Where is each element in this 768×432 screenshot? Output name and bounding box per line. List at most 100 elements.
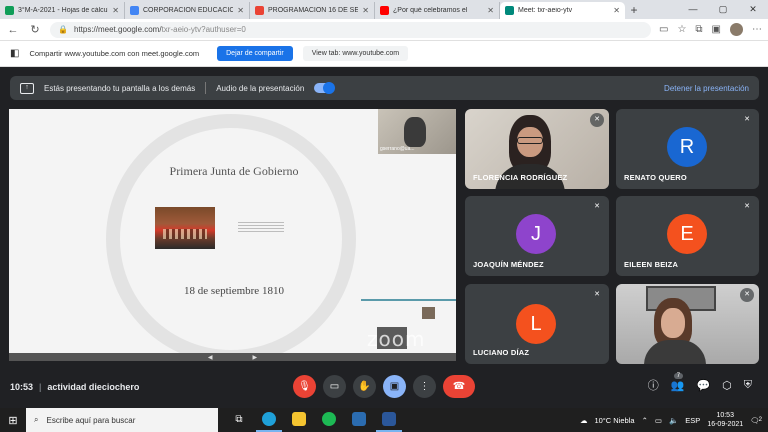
url-host: https://meet.google.com/: [73, 25, 162, 34]
taskbar-apps: ⧉: [226, 408, 402, 432]
presenting-message: Estás presentando tu pantalla a los demá…: [44, 83, 196, 93]
participant-tile[interactable]: L ✕ LUCIANO DÍAZ: [465, 284, 609, 364]
participant-name: FLORENCIA RODRÍGUEZ: [473, 173, 568, 182]
view-tab-button[interactable]: View tab: www.youtube.com: [302, 46, 409, 61]
participant-tile[interactable]: ✕ FLORENCIA RODRÍGUEZ: [465, 109, 609, 189]
share-message: Compartir www.youtube.com con meet.googl…: [29, 49, 200, 58]
mic-off-icon: ✕: [590, 200, 604, 214]
tab-programacion[interactable]: PROGRAMACION 16 DE SEPT ✕: [250, 2, 375, 19]
lock-icon[interactable]: 🔒: [58, 25, 68, 34]
screen-share-bar: ◧ Compartir www.youtube.com con meet.goo…: [0, 41, 768, 67]
tab-youtube[interactable]: ¿Por qué celebramos el ✕: [375, 2, 500, 19]
task-view-icon[interactable]: ⧉: [226, 408, 252, 432]
tab-corporacion[interactable]: CORPORACIÓN EDUCACIONAL ✕: [125, 2, 250, 19]
present-screen-icon: ↑: [20, 82, 34, 94]
stop-presenting-button[interactable]: Detener la presentación: [664, 84, 749, 93]
mic-off-icon: ✕: [590, 113, 604, 127]
people-button[interactable]: 7 👥: [670, 372, 685, 392]
mic-off-button[interactable]: 🎙: [293, 375, 316, 398]
end-call-button[interactable]: ☎: [443, 375, 475, 398]
close-window-icon[interactable]: ✕: [738, 0, 768, 19]
extensions-icon[interactable]: ▣: [712, 24, 721, 35]
back-icon[interactable]: ←: [6, 24, 20, 36]
mic-off-icon: ✕: [740, 113, 754, 127]
participant-tile[interactable]: ✕: [616, 284, 759, 364]
slide-line: [361, 299, 456, 301]
tab-title: 3°M-A-2021 - Hojas de cálculo: [18, 7, 109, 14]
info-icon[interactable]: ⓘ: [648, 377, 659, 393]
close-icon[interactable]: ✕: [487, 6, 494, 15]
tab-title: Meet: txr-aeio-ytv: [518, 7, 573, 14]
participant-avatar: L: [516, 304, 556, 344]
more-icon[interactable]: ⋯: [752, 24, 762, 35]
tab-sheets[interactable]: 3°M-A-2021 - Hojas de cálculo ✕: [0, 2, 125, 19]
profile-avatar[interactable]: [730, 23, 743, 36]
participant-tile[interactable]: E ✕ EILEEN BEIZA: [616, 196, 759, 276]
participant-tile[interactable]: R ✕ RENATO QUERO: [616, 109, 759, 189]
meeting-name: actividad dieciochero: [47, 382, 140, 392]
network-icon[interactable]: ▭: [655, 416, 662, 425]
notification-count: 2: [758, 417, 762, 423]
file-explorer-icon[interactable]: [286, 408, 312, 432]
sheets-icon: [5, 6, 14, 15]
participant-video: [616, 284, 759, 364]
close-icon[interactable]: ✕: [362, 6, 369, 15]
reload-icon[interactable]: ↻: [28, 23, 42, 36]
audio-label: Audio de la presentación: [216, 83, 305, 93]
meet-icon: [505, 6, 514, 15]
next-icon[interactable]: ▶: [253, 354, 258, 361]
new-tab-button[interactable]: +: [625, 2, 643, 19]
present-button[interactable]: ▣: [383, 375, 406, 398]
tab-title: ¿Por qué celebramos el: [393, 7, 468, 14]
presentation-scroll[interactable]: ◀ ▶: [9, 353, 456, 361]
participant-tile[interactable]: J ✕ JOAQUÍN MÉNDEZ: [465, 196, 609, 276]
mic-off-icon: ✕: [740, 200, 754, 214]
camera-button[interactable]: ▭: [323, 375, 346, 398]
more-options-button[interactable]: ⋮: [413, 375, 436, 398]
maximize-icon[interactable]: ▢: [708, 0, 738, 19]
collections-icon[interactable]: ⧉: [695, 24, 702, 35]
activities-icon[interactable]: ⬡: [722, 379, 732, 392]
gmail-icon: [255, 6, 264, 15]
language-indicator[interactable]: ESP: [685, 416, 700, 425]
browser-tab-strip: 3°M-A-2021 - Hojas de cálculo ✕ CORPORAC…: [0, 0, 768, 19]
volume-icon[interactable]: 🔈: [669, 416, 678, 425]
word-icon[interactable]: [376, 408, 402, 432]
edge-icon[interactable]: [256, 408, 282, 432]
spotify-icon[interactable]: [316, 408, 342, 432]
tab-meet[interactable]: Meet: txr-aeio-ytv ✕: [500, 2, 625, 19]
participant-avatar: J: [516, 214, 556, 254]
photos-icon[interactable]: [346, 408, 372, 432]
participant-name: JOAQUÍN MÉNDEZ: [473, 260, 544, 269]
windows-start-icon[interactable]: ⊞: [0, 414, 26, 427]
audio-toggle[interactable]: [314, 82, 336, 94]
people-icon: 👥: [670, 379, 685, 392]
taskbar-search[interactable]: ⌕ Escribe aquí para buscar: [26, 408, 218, 432]
chat-icon[interactable]: 💬: [696, 379, 710, 392]
weather-text[interactable]: 10°C Niebla: [594, 416, 634, 425]
slide-date: 18 de septiembre 1810: [184, 285, 284, 297]
favorite-icon[interactable]: ☆: [677, 24, 686, 35]
meeting-side-buttons: ⓘ 7 👥 💬 ⬡ ⛨: [648, 372, 752, 393]
slide-painting: [155, 207, 215, 249]
participant-name: RENATO QUERO: [624, 173, 687, 182]
stop-sharing-button[interactable]: Dejar de compartir: [217, 46, 293, 61]
presentation-view: Primera Junta de Gobierno 18 de septiemb…: [9, 109, 456, 361]
close-icon[interactable]: ✕: [112, 6, 119, 15]
minimize-icon[interactable]: —: [678, 0, 708, 19]
weather-icon: ☁: [579, 415, 588, 425]
url-input[interactable]: 🔒 https://meet.google.com/txr-aeio-ytv?a…: [50, 21, 651, 38]
taskbar-clock[interactable]: 10:53 16-09-2021: [707, 411, 743, 429]
url-path: txr-aeio-ytv?authuser=0: [161, 25, 246, 34]
close-icon[interactable]: ✕: [613, 6, 620, 15]
prev-icon[interactable]: ◀: [208, 354, 213, 361]
tab-title: PROGRAMACION 16 DE SEPT: [268, 7, 359, 14]
tray-chevron-icon[interactable]: ⌃: [642, 416, 648, 425]
raise-hand-button[interactable]: ✋: [353, 375, 376, 398]
address-bar-row: ← ↻ 🔒 https://meet.google.com/txr-aeio-y…: [0, 19, 768, 41]
camera-icon[interactable]: ▭: [659, 24, 668, 35]
close-icon[interactable]: ✕: [237, 6, 244, 15]
presenter-face: [404, 117, 426, 147]
host-controls-icon[interactable]: ⛨: [744, 379, 752, 392]
mic-off-icon: ✕: [740, 288, 754, 302]
